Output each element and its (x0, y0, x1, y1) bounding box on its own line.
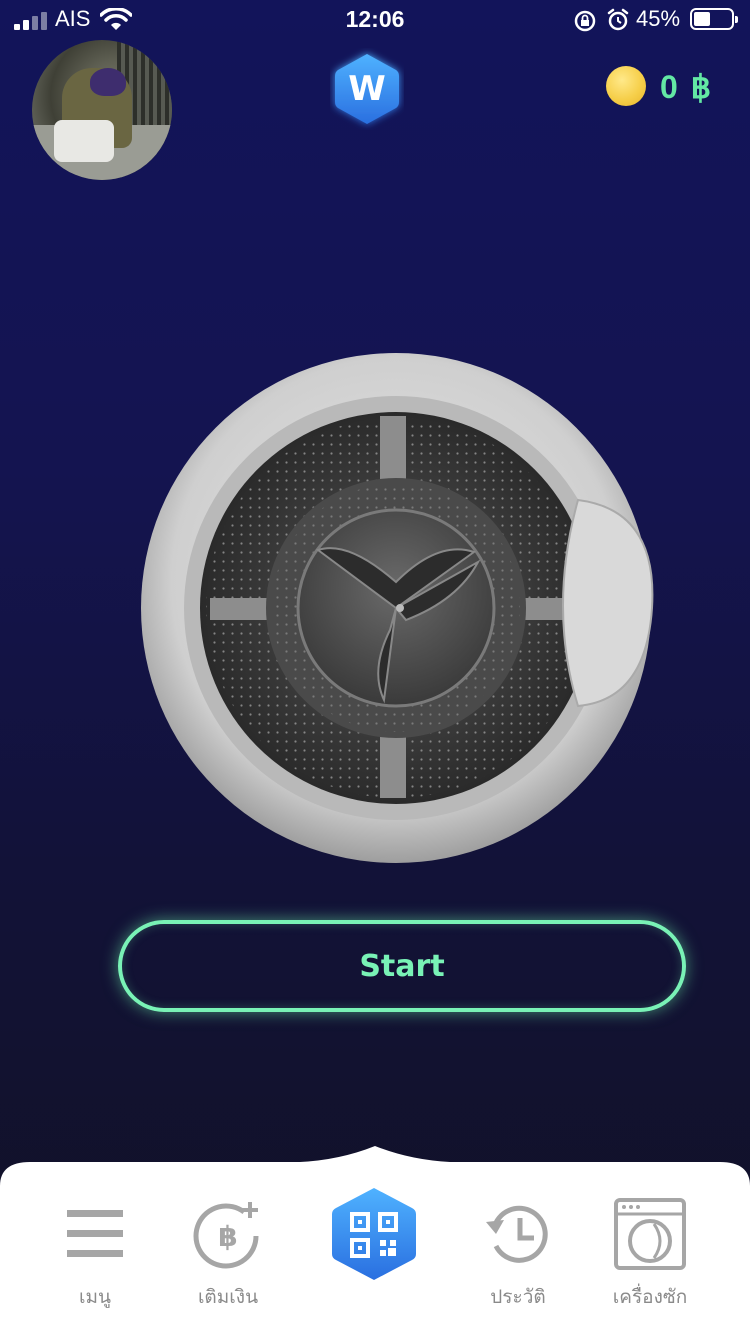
logo-letter: W (348, 69, 386, 109)
coin-icon (606, 66, 646, 106)
nav-item-history[interactable]: ประวัติ (458, 1198, 578, 1318)
app-logo: W (335, 54, 399, 124)
start-button[interactable]: Start (118, 920, 686, 1012)
alarm-icon (607, 8, 629, 31)
washing-machine-icon (614, 1198, 686, 1270)
battery-icon (690, 8, 738, 30)
rotation-lock-icon (574, 10, 596, 32)
wallet-balance: 0 ฿ (660, 69, 714, 105)
nav-label-topup: เติมเงิน (197, 1286, 259, 1308)
nav-item-topup[interactable]: ฿ เติมเงิน (168, 1198, 288, 1318)
battery-level (694, 12, 710, 26)
battery-percent: 45% (636, 6, 681, 31)
nav-item-menu[interactable]: เมนู (35, 1198, 155, 1318)
nav-item-washer[interactable]: เครื่องซัก (590, 1198, 710, 1318)
history-icon (486, 1205, 548, 1263)
start-button-label: Start (359, 948, 445, 984)
topup-icon: ฿ (193, 1202, 259, 1269)
svg-text:฿: ฿ (218, 1220, 237, 1253)
qr-scan-button[interactable] (326, 1186, 422, 1282)
washing-machine-drum (141, 353, 654, 863)
status-bar: AIS 12:06 45% (0, 0, 750, 40)
nav-label-history: ประวัติ (490, 1286, 546, 1308)
avatar[interactable] (32, 40, 172, 180)
nav-label-washer: เครื่องซัก (612, 1286, 688, 1308)
menu-icon (67, 1210, 123, 1257)
nav-label-menu: เมนู (78, 1286, 111, 1308)
